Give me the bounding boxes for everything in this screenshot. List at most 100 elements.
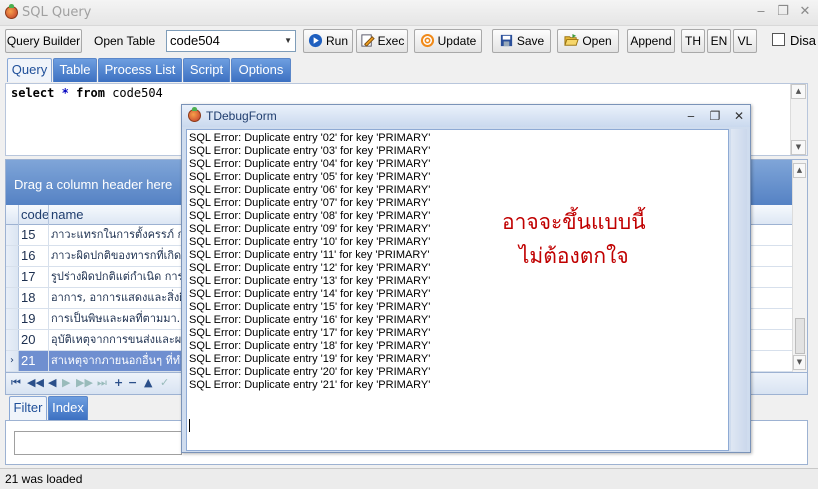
cell-code[interactable]: 20 — [19, 330, 49, 350]
status-bar: 21 was loaded — [0, 468, 818, 489]
cell-name[interactable]: ภาวะแทรกในการตั้งครรภ์ การ — [49, 225, 191, 245]
prev-page-icon[interactable]: ◀◀ — [27, 376, 44, 389]
sql-text: select * from code504 — [11, 86, 163, 100]
column-header-name[interactable]: name — [49, 205, 189, 225]
debug-dialog: TDebugForm ‒ ❐ ✕ SQL Error: Duplicate en… — [181, 104, 751, 453]
cell-code[interactable]: 16 — [19, 246, 49, 266]
grid-scrollbar[interactable]: ▲ ▼ — [792, 160, 807, 372]
floppy-disk-icon — [500, 34, 512, 47]
query-builder-button[interactable]: Query Builder — [5, 29, 82, 53]
post-record-icon[interactable]: ✓ — [160, 376, 169, 389]
first-record-icon[interactable]: ⏮ — [11, 376, 21, 390]
tab-index[interactable]: Index — [48, 396, 88, 420]
log-line: SQL Error: Duplicate entry '12' for key … — [189, 262, 431, 274]
dialog-close-button[interactable]: ✕ — [730, 108, 748, 124]
disable-label: Disa — [790, 33, 817, 48]
current-row-icon: › — [6, 351, 19, 371]
run-label: Run — [325, 34, 348, 48]
run-button[interactable]: Run — [303, 29, 353, 53]
scroll-thumb[interactable] — [795, 318, 805, 354]
cell-name[interactable]: สาเหตุจากภายนอกอื่นๆ ที่ทำ — [49, 351, 191, 371]
cell-code[interactable]: 15 — [19, 225, 49, 245]
close-button[interactable]: ✕ — [796, 4, 814, 20]
delete-record-icon[interactable]: − — [128, 376, 137, 389]
lang-en-button[interactable]: EN — [707, 29, 731, 53]
dialog-app-icon — [188, 107, 201, 122]
tab-script[interactable]: Script — [183, 58, 230, 82]
table-combo[interactable]: code504 ▼ — [166, 30, 296, 52]
lang-th-button[interactable]: TH — [681, 29, 705, 53]
cell-code[interactable]: 18 — [19, 288, 49, 308]
update-button[interactable]: Update — [414, 29, 482, 53]
dialog-scrollbar[interactable] — [731, 129, 747, 451]
editor-scrollbar[interactable]: ▲ ▼ — [790, 84, 807, 155]
row-indicator-header — [6, 205, 19, 225]
edit-record-icon[interactable]: ▲ — [144, 376, 152, 389]
save-button[interactable]: Save — [492, 29, 551, 53]
scroll-up-icon[interactable]: ▲ — [793, 163, 806, 178]
debug-log-memo[interactable]: SQL Error: Duplicate entry '02' for key … — [186, 129, 729, 451]
tab-options[interactable]: Options — [231, 58, 291, 82]
scroll-down-icon[interactable]: ▼ — [793, 355, 806, 370]
log-line: SQL Error: Duplicate entry '10' for key … — [189, 236, 431, 248]
update-label: Update — [437, 34, 477, 48]
app-icon — [5, 4, 18, 19]
log-line: SQL Error: Duplicate entry '14' for key … — [189, 288, 431, 300]
log-line: SQL Error: Duplicate entry '17' for key … — [189, 327, 431, 339]
append-button[interactable]: Append — [627, 29, 675, 53]
scroll-down-icon[interactable]: ▼ — [791, 140, 806, 155]
exec-label: Exec — [377, 34, 405, 48]
disable-checkbox[interactable] — [772, 33, 785, 46]
sql-keyword-select: select — [11, 86, 55, 100]
log-line: SQL Error: Duplicate entry '06' for key … — [189, 184, 431, 196]
tab-filter[interactable]: Filter — [9, 396, 47, 420]
log-line: SQL Error: Duplicate entry '13' for key … — [189, 275, 431, 287]
tab-query[interactable]: Query — [7, 58, 52, 82]
prev-record-icon[interactable]: ◀ — [48, 376, 56, 389]
cell-code[interactable]: 19 — [19, 309, 49, 329]
tab-table[interactable]: Table — [53, 58, 97, 82]
row-indicator — [6, 288, 19, 308]
cell-name[interactable]: อุบัติเหตุจากการขนส่งและผล — [49, 330, 191, 350]
cell-name[interactable]: อาการ, อาการแสดงและสิ่งผิด — [49, 288, 191, 308]
annotation-line-1: อาจจะขึ้นแบบนี้ — [502, 210, 646, 234]
maximize-button[interactable]: ❐ — [774, 4, 792, 20]
cell-code[interactable]: 17 — [19, 267, 49, 287]
annotation-note: อาจจะขึ้นแบบนี้ ไม่ต้องตกใจ — [502, 205, 646, 273]
log-line: SQL Error: Duplicate entry '19' for key … — [189, 353, 431, 365]
row-indicator — [6, 330, 19, 350]
next-page-icon[interactable]: ▶▶ — [76, 376, 93, 389]
play-icon — [308, 33, 323, 48]
log-line: SQL Error: Duplicate entry '18' for key … — [189, 340, 431, 352]
tab-process-list[interactable]: Process List — [98, 58, 182, 82]
next-record-icon[interactable]: ▶ — [62, 376, 70, 389]
scroll-up-icon[interactable]: ▲ — [791, 84, 806, 99]
edit-icon — [361, 34, 375, 47]
open-button[interactable]: Open — [557, 29, 619, 53]
cell-code[interactable]: 21 — [19, 351, 49, 371]
insert-record-icon[interactable]: + — [114, 376, 123, 389]
minimize-button[interactable]: ‒ — [752, 4, 770, 20]
row-indicator — [6, 225, 19, 245]
dialog-maximize-button[interactable]: ❐ — [706, 108, 724, 124]
last-record-icon[interactable]: ⏭ — [97, 376, 107, 390]
filter-input[interactable] — [14, 431, 182, 455]
dialog-minimize-button[interactable]: ‒ — [682, 108, 700, 124]
table-combo-value: code504 — [170, 33, 220, 48]
log-line: SQL Error: Duplicate entry '05' for key … — [189, 171, 431, 183]
cell-name[interactable]: รูปร่างผิดปกติแต่กำเนิด การ — [49, 267, 191, 287]
cell-name[interactable]: ภาวะผิดปกติของทารกที่เกิดขึ้น — [49, 246, 191, 266]
dialog-title-bar[interactable]: TDebugForm ‒ ❐ ✕ — [182, 105, 750, 127]
group-by-hint: Drag a column header here — [14, 177, 173, 192]
log-line: SQL Error: Duplicate entry '20' for key … — [189, 366, 431, 378]
log-line: SQL Error: Duplicate entry '11' for key … — [189, 249, 430, 261]
log-line: SQL Error: Duplicate entry '08' for key … — [189, 210, 431, 222]
lang-vl-button[interactable]: VL — [733, 29, 757, 53]
column-header-code[interactable]: code — [19, 205, 49, 225]
log-line: SQL Error: Duplicate entry '07' for key … — [189, 197, 431, 209]
text-caret — [189, 419, 190, 432]
debug-log-lines: SQL Error: Duplicate entry '02' for key … — [189, 132, 430, 392]
annotation-line-2: ไม่ต้องตกใจ — [518, 244, 629, 268]
exec-button[interactable]: Exec — [356, 29, 408, 53]
cell-name[interactable]: การเป็นพิษและผลที่ตามมา... — [49, 309, 191, 329]
